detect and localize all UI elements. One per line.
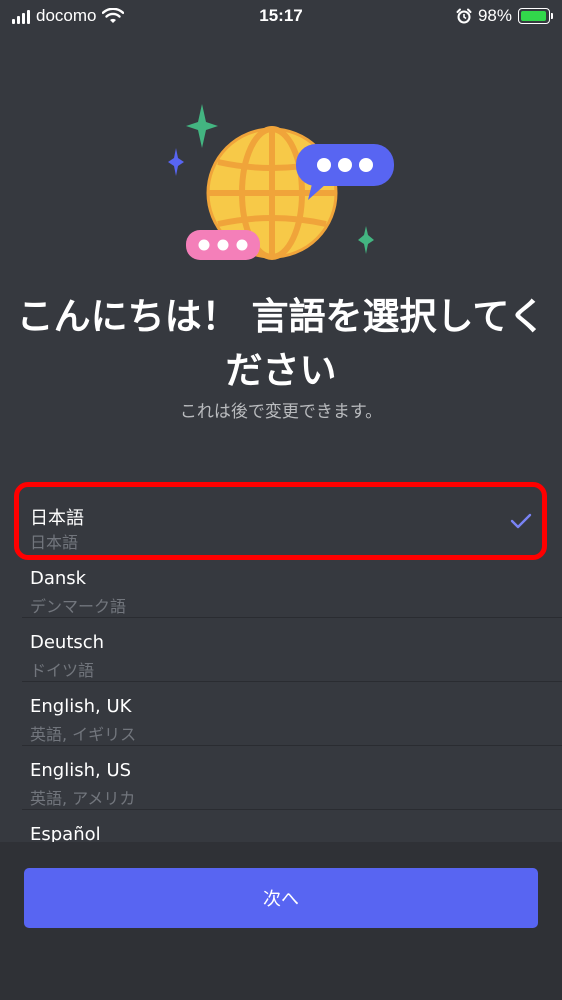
- language-item-english-uk[interactable]: English, UK 英語, イギリス: [22, 682, 562, 746]
- chat-bubble-pink-icon: [186, 230, 260, 260]
- language-native-name: ドイツ語: [30, 661, 95, 680]
- language-item-dansk[interactable]: Dansk デンマーク語: [22, 554, 562, 618]
- language-native-name: 英語, イギリス: [30, 725, 137, 744]
- selection-highlight-annotation: [14, 482, 547, 560]
- battery-fill: [521, 11, 546, 21]
- battery-percent: 98%: [477, 6, 512, 25]
- language-name: English, UK: [30, 696, 132, 717]
- globe-illustration: [168, 104, 394, 260]
- sparkle-blue-icon: [168, 148, 184, 176]
- language-name: Dansk: [30, 568, 87, 589]
- next-button[interactable]: 次へ: [24, 868, 538, 928]
- status-bar: docomo 15:17 98%: [0, 0, 562, 34]
- sparkle-small-green-icon: [358, 226, 374, 254]
- bottom-bar: 次へ: [0, 842, 562, 1000]
- language-item-english-us[interactable]: English, US 英語, アメリカ: [22, 746, 562, 810]
- chat-bubble-blue-icon: [296, 144, 394, 200]
- language-name: Deutsch: [30, 632, 105, 653]
- language-item-deutsch[interactable]: Deutsch ドイツ語: [22, 618, 562, 682]
- page-title-line1: こんにちは！ 言語を選択してく: [16, 295, 546, 338]
- page-title-line2: ださい: [225, 349, 337, 392]
- language-select-screen: docomo 15:17 98% こんにちは！ 言語を選択してく ださい これは…: [0, 0, 562, 1000]
- sparkle-green-icon: [186, 104, 218, 148]
- language-native-name: 英語, アメリカ: [30, 789, 136, 808]
- battery-icon: [518, 8, 553, 24]
- status-right: 98%: [456, 6, 553, 26]
- language-name: English, US: [30, 760, 132, 781]
- page-title: こんにちは！ 言語を選択してく ださい: [0, 290, 562, 398]
- page-subtitle: これは後で変更できます。: [179, 402, 383, 422]
- language-native-name: デンマーク語: [30, 597, 127, 616]
- alarm-icon: [456, 8, 472, 24]
